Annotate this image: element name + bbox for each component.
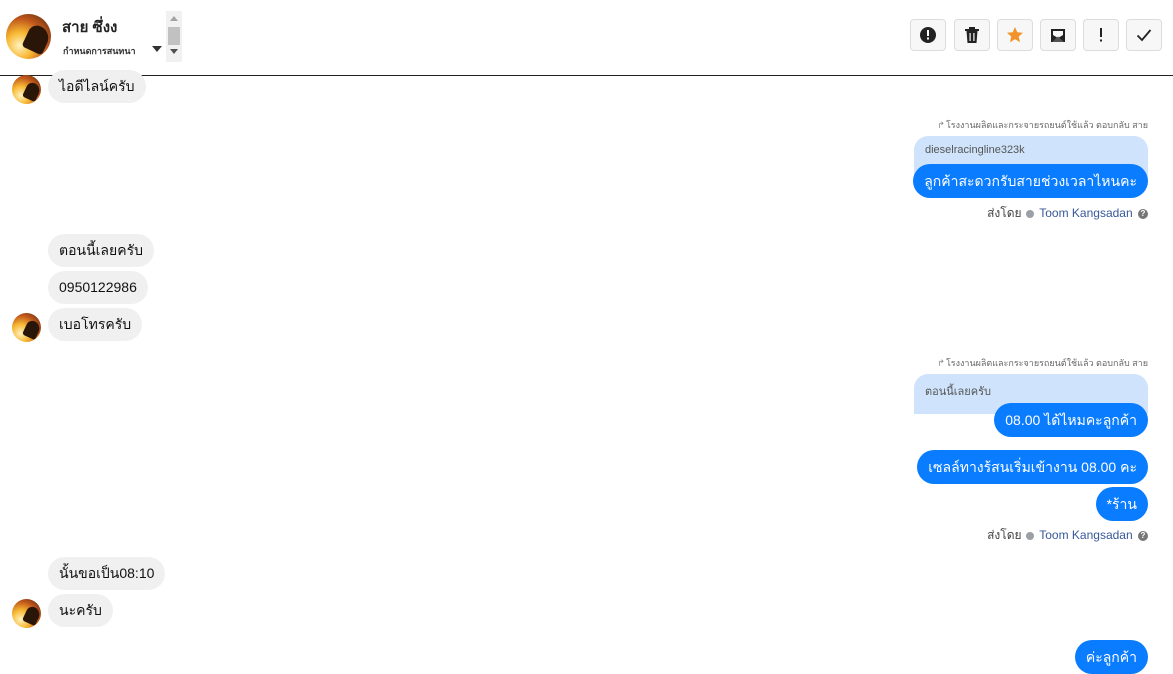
contact-avatar-small [12,599,41,628]
conversation-header: สาย ซึ่งง กำหนดการสนทนา [0,0,1173,76]
contact-avatar-small [12,75,41,104]
reply-meta-text: โรงงานผลิตและกระจายรถยนต์ใช้แล้ว ตอบกลับ… [945,358,1148,368]
incoming-message[interactable]: นั้นขอเป็น08:10 [48,557,166,590]
exclamation-icon [1100,28,1102,42]
trash-icon [965,27,979,43]
reply-meta-text: โรงงานผลิตและกระจายรถยนต์ใช้แล้ว ตอบกลับ… [945,120,1148,130]
sent-by-label: ส่งโดย [987,206,1022,220]
reply-meta: ↱โรงงานผลิตและกระจายรถยนต์ใช้แล้ว ตอบกลั… [937,118,1148,132]
mark-unread-icon [1051,29,1065,42]
alert-button[interactable] [910,19,946,51]
scroll-down-icon[interactable] [170,49,178,54]
help-icon[interactable]: ? [1138,530,1148,541]
spam-button[interactable] [1083,19,1119,51]
scroll-up-icon[interactable] [170,16,178,21]
reply-arrow-icon: ↱ [937,358,945,368]
sent-by-label: ส่งโดย [987,528,1022,542]
sender-name[interactable]: Toom Kangsadan [1039,206,1132,220]
verified-icon [1025,531,1034,540]
sent-by-line: ส่งโดย Toom Kangsadan ? [987,526,1148,545]
contact-avatar[interactable] [6,14,51,59]
reply-arrow-icon: ↱ [937,120,945,130]
incoming-message[interactable]: 0950122986 [48,271,148,304]
verified-icon [1025,209,1034,218]
sent-by-line: ส่งโดย Toom Kangsadan ? [987,204,1148,223]
mark-unread-button[interactable] [1040,19,1076,51]
outgoing-message[interactable]: เซลล์ทางร้สนเริ่มเข้างาน 08.00 คะ [917,450,1148,484]
alert-circle-icon [920,27,936,43]
help-icon[interactable]: ? [1138,208,1148,219]
sender-name[interactable]: Toom Kangsadan [1039,528,1132,542]
delete-button[interactable] [954,19,990,51]
reply-meta: ↱โรงงานผลิตและกระจายรถยนต์ใช้แล้ว ตอบกลั… [937,356,1148,370]
outgoing-message[interactable]: 08.00 ได้ไหมคะลูกค้า [994,403,1148,437]
scroll-thumb[interactable] [168,27,180,45]
incoming-message[interactable]: ไอดีไลน์ครับ [48,70,146,103]
check-icon [1136,29,1152,42]
incoming-message[interactable]: นะครับ [48,594,113,627]
assign-conversation-label[interactable]: กำหนดการสนทนา [63,44,136,58]
incoming-message[interactable]: ตอนนี้เลยครับ [48,234,154,267]
contact-avatar-small [12,313,41,342]
contact-name[interactable]: สาย ซึ่งง [62,15,117,39]
star-icon [1007,27,1023,43]
incoming-message[interactable]: เบอโทรครับ [48,308,143,341]
outgoing-message[interactable]: *ร้าน [1095,487,1148,521]
assign-scrollbar[interactable] [166,11,182,62]
star-button[interactable] [997,19,1033,51]
caret-down-icon[interactable] [152,46,162,52]
outgoing-message[interactable]: ลูกค้าสะดวกรับสายช่วงเวลาไหนคะ [913,164,1148,198]
outgoing-message[interactable]: ค่ะลูกค้า [1074,640,1148,674]
mark-done-button[interactable] [1126,19,1162,51]
